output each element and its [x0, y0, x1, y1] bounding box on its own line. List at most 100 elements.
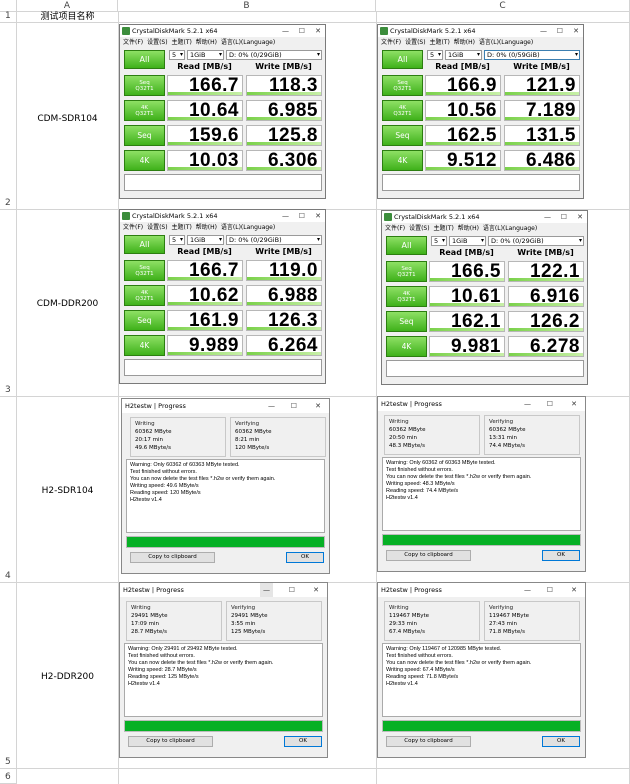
- column-header-a[interactable]: A: [17, 0, 118, 12]
- menu-help[interactable]: 帮助(H): [458, 225, 479, 232]
- cdm-title-bar[interactable]: CrystalDiskMark 5.2.1 x64 — ☐ ✕: [120, 210, 325, 222]
- cdm-window[interactable]: CrystalDiskMark 5.2.1 x64 — ☐ ✕ 文件(F) 设置(S…: [377, 24, 584, 199]
- maximize-icon[interactable]: ☐: [299, 25, 305, 37]
- row-header-4[interactable]: 4: [0, 397, 17, 583]
- row-header-6[interactable]: 6: [0, 769, 17, 784]
- row-header-5[interactable]: 5: [0, 583, 17, 769]
- menu-theme[interactable]: 主题(T): [433, 225, 453, 232]
- comment-field[interactable]: [124, 174, 322, 191]
- menu-settings[interactable]: 设置(S): [405, 39, 426, 46]
- cdm-window[interactable]: CrystalDiskMark 5.2.1 x64 — ☐ ✕ 文件(F) 设置(S…: [119, 24, 326, 199]
- row-label-cdm-ddr200[interactable]: CDM-DDR200: [17, 299, 118, 309]
- close-icon[interactable]: ✕: [313, 583, 319, 597]
- row-header-2[interactable]: 2: [0, 23, 17, 210]
- h2-title-bar[interactable]: H2testw | Progress — ☐ ✕: [120, 583, 327, 597]
- close-icon[interactable]: ✕: [573, 25, 579, 37]
- all-button[interactable]: All: [382, 50, 423, 69]
- close-icon[interactable]: ✕: [571, 583, 577, 597]
- seq-button[interactable]: Seq: [386, 311, 427, 332]
- menu-help[interactable]: 帮助(H): [196, 224, 217, 231]
- h2-title-bar[interactable]: H2testw | Progress — ☐ ✕: [378, 583, 585, 597]
- cdm-title-bar[interactable]: CrystalDiskMark 5.2.1 x64 — ☐ ✕: [382, 211, 587, 223]
- h2testw-window[interactable]: H2testw | Progress — ☐ ✕ Writing 60362 MBy…: [377, 396, 586, 572]
- maximize-icon[interactable]: ☐: [299, 210, 305, 222]
- minimize-icon[interactable]: —: [524, 397, 531, 411]
- cdm-window[interactable]: CrystalDiskMark 5.2.1 x64 — ☐ ✕ 文件(F) 设置(S…: [381, 210, 588, 385]
- 4k-button[interactable]: 4K: [124, 150, 165, 171]
- all-button[interactable]: All: [386, 236, 427, 255]
- size-select[interactable]: 1GiB ▾: [445, 50, 482, 60]
- copy-to-clipboard-button[interactable]: Copy to clipboard: [386, 736, 471, 747]
- close-icon[interactable]: ✕: [577, 211, 583, 223]
- column-header-b[interactable]: B: [118, 0, 376, 12]
- close-icon[interactable]: ✕: [315, 210, 321, 222]
- cdm-title-bar[interactable]: CrystalDiskMark 5.2.1 x64 — ☐ ✕: [378, 25, 583, 37]
- maximize-icon[interactable]: ☐: [547, 397, 553, 411]
- menu-language[interactable]: 语言(L)(Language): [221, 224, 275, 231]
- 4k-button[interactable]: 4K: [382, 150, 423, 171]
- 4k-q32t1-button[interactable]: 4K Q32T1: [124, 285, 165, 306]
- minimize-icon[interactable]: —: [268, 399, 275, 413]
- h2testw-window[interactable]: H2testw | Progress — ☐ ✕ Writing 29491 MBy…: [119, 582, 328, 758]
- row-header-3[interactable]: 3: [0, 210, 17, 397]
- ok-button[interactable]: OK: [542, 736, 580, 747]
- comment-field[interactable]: [124, 359, 322, 376]
- menu-language[interactable]: 语言(L)(Language): [221, 39, 275, 46]
- drive-select[interactable]: D: 0% (0/29GiB) ▾: [488, 236, 584, 246]
- copy-to-clipboard-button[interactable]: Copy to clipboard: [130, 552, 215, 563]
- minimize-icon[interactable]: —: [524, 583, 531, 597]
- menu-file[interactable]: 文件(F): [123, 224, 143, 231]
- comment-field[interactable]: [382, 174, 580, 191]
- ok-button[interactable]: OK: [286, 552, 324, 563]
- seq-q32t1-button[interactable]: Seq Q32T1: [124, 75, 165, 96]
- h2testw-window[interactable]: H2testw | Progress — ☐ ✕ Writing 60362 MBy…: [121, 398, 330, 574]
- minimize-icon[interactable]: —: [260, 583, 273, 597]
- ok-button[interactable]: OK: [542, 550, 580, 561]
- seq-q32t1-button[interactable]: Seq Q32T1: [386, 261, 427, 282]
- size-select[interactable]: 1GiB ▾: [187, 235, 224, 245]
- cdm-window[interactable]: CrystalDiskMark 5.2.1 x64 — ☐ ✕ 文件(F) 设置(S…: [119, 209, 326, 384]
- menu-settings[interactable]: 设置(S): [147, 224, 168, 231]
- result-log[interactable]: Warning: Only 119467 of 120985 MByte tes…: [382, 643, 581, 717]
- menu-file[interactable]: 文件(F): [385, 225, 405, 232]
- close-icon[interactable]: ✕: [315, 25, 321, 37]
- maximize-icon[interactable]: ☐: [289, 583, 295, 597]
- menu-file[interactable]: 文件(F): [381, 39, 401, 46]
- row-label-h2-sdr104[interactable]: H2-SDR104: [17, 486, 118, 496]
- 4k-q32t1-button[interactable]: 4K Q32T1: [124, 100, 165, 121]
- seq-q32t1-button[interactable]: Seq Q32T1: [124, 260, 165, 281]
- menu-help[interactable]: 帮助(H): [196, 39, 217, 46]
- seq-button[interactable]: Seq: [124, 310, 165, 331]
- menu-help[interactable]: 帮助(H): [454, 39, 475, 46]
- size-select[interactable]: 1GiB ▾: [449, 236, 486, 246]
- count-select[interactable]: 5 ▾: [431, 236, 447, 246]
- column-header-c[interactable]: C: [376, 0, 630, 12]
- menu-theme[interactable]: 主题(T): [171, 39, 191, 46]
- result-log[interactable]: Warning: Only 29491 of 29492 MByte teste…: [124, 643, 323, 717]
- menu-language[interactable]: 语言(L)(Language): [479, 39, 533, 46]
- 4k-button[interactable]: 4K: [124, 335, 165, 356]
- close-icon[interactable]: ✕: [315, 399, 321, 413]
- menu-file[interactable]: 文件(F): [123, 39, 143, 46]
- h2-title-bar[interactable]: H2testw | Progress — ☐ ✕: [122, 399, 329, 413]
- menu-theme[interactable]: 主题(T): [429, 39, 449, 46]
- menu-language[interactable]: 语言(L)(Language): [483, 225, 537, 232]
- 4k-button[interactable]: 4K: [386, 336, 427, 357]
- maximize-icon[interactable]: ☐: [291, 399, 297, 413]
- menu-theme[interactable]: 主题(T): [171, 224, 191, 231]
- 4k-q32t1-button[interactable]: 4K Q32T1: [386, 286, 427, 307]
- all-button[interactable]: All: [124, 235, 165, 254]
- count-select[interactable]: 5 ▾: [169, 235, 185, 245]
- comment-field[interactable]: [386, 360, 584, 377]
- drive-select[interactable]: D: 0% (0/29GiB) ▾: [226, 235, 322, 245]
- minimize-icon[interactable]: —: [540, 25, 547, 37]
- close-icon[interactable]: ✕: [571, 397, 577, 411]
- seq-q32t1-button[interactable]: Seq Q32T1: [382, 75, 423, 96]
- seq-button[interactable]: Seq: [124, 125, 165, 146]
- maximize-icon[interactable]: ☐: [557, 25, 563, 37]
- result-log[interactable]: Warning: Only 60362 of 60363 MByte teste…: [126, 459, 325, 533]
- ok-button[interactable]: OK: [284, 736, 322, 747]
- all-button[interactable]: All: [124, 50, 165, 69]
- count-select[interactable]: 5 ▾: [427, 50, 443, 60]
- menu-settings[interactable]: 设置(S): [147, 39, 168, 46]
